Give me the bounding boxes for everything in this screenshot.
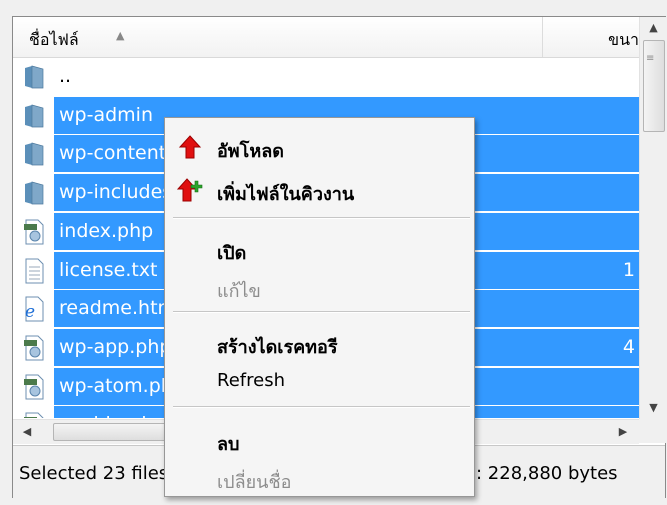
- menu-item-add-to-queue[interactable]: เพิ่มไฟล์ในคิวงาน: [165, 173, 474, 207]
- menu-item-edit-label: แก้ไข: [217, 281, 261, 302]
- php-file-icon: [23, 374, 45, 400]
- file-name: readme.html: [59, 297, 182, 320]
- column-divider[interactable]: [542, 17, 543, 57]
- scroll-right-arrow-icon[interactable]: ▶: [611, 420, 635, 444]
- scroll-left-arrow-icon[interactable]: ◀: [15, 420, 39, 444]
- file-size: 4: [622, 335, 635, 358]
- menu-item-open[interactable]: เปิด: [165, 232, 474, 266]
- file-name: ..: [59, 65, 72, 87]
- text-file-icon: [23, 258, 45, 284]
- selection-size-text: : 228,880 bytes: [476, 463, 618, 484]
- scroll-down-arrow-icon[interactable]: ▼: [640, 397, 667, 419]
- menu-separator: [173, 217, 470, 219]
- php-file-icon: [23, 335, 45, 361]
- php-file-icon: [23, 412, 45, 418]
- menu-item-create-directory-label: สร้างไดเรคทอรี: [217, 337, 338, 358]
- folder-icon: [23, 141, 45, 167]
- file-name: wp-admin: [59, 103, 153, 126]
- menu-item-edit: แก้ไข: [165, 270, 474, 304]
- file-name: license.txt: [59, 258, 158, 281]
- menu-item-delete[interactable]: ลบ: [165, 423, 474, 457]
- folder-icon: [23, 180, 45, 206]
- menu-separator: [173, 311, 470, 313]
- menu-item-rename: เปลี่ยนชื่อ: [165, 461, 474, 495]
- scroll-up-arrow-icon[interactable]: ▲: [640, 17, 667, 39]
- file-name: wp-includes: [59, 181, 173, 204]
- upload-arrow-icon: [178, 135, 202, 159]
- file-name: index.php: [59, 219, 154, 242]
- menu-item-refresh-label: Refresh: [217, 370, 285, 391]
- menu-item-upload[interactable]: อัพโหลด: [165, 130, 474, 164]
- menu-item-create-directory[interactable]: สร้างไดเรคทอรี: [165, 326, 474, 360]
- menu-item-delete-label: ลบ: [217, 434, 240, 455]
- add-to-queue-icon: [177, 178, 203, 202]
- column-header-filesize[interactable]: ขนา: [559, 28, 639, 53]
- sort-ascending-icon: ▲: [116, 29, 125, 42]
- menu-item-upload-label: อัพโหลด: [217, 141, 284, 162]
- scrollbar-corner: [639, 419, 666, 443]
- menu-item-add-to-queue-label: เพิ่มไฟล์ในคิวงาน: [217, 184, 355, 205]
- file-name: wp-content: [59, 142, 167, 165]
- menu-item-rename-label: เปลี่ยนชื่อ: [217, 472, 292, 493]
- file-row[interactable]: ..: [13, 58, 639, 95]
- html-file-icon: e: [23, 296, 45, 322]
- vertical-scrollbar[interactable]: ▲ ≡ ▼: [639, 17, 667, 419]
- folder-icon: [23, 64, 45, 90]
- file-size: 1: [622, 258, 635, 281]
- menu-item-refresh[interactable]: Refresh: [165, 364, 474, 398]
- selection-count-text: Selected 23 files: [19, 463, 169, 484]
- menu-separator: [173, 406, 470, 408]
- php-file-icon: [23, 219, 45, 245]
- menu-item-open-label: เปิด: [217, 243, 247, 264]
- svg-text:e: e: [25, 302, 35, 322]
- context-menu: อัพโหลด เพิ่มไฟล์ในคิวงาน เปิด แก้ไข สร้…: [164, 117, 475, 497]
- folder-icon: [23, 103, 45, 129]
- column-header-filename[interactable]: ชื่อไฟล์: [29, 28, 79, 53]
- file-name: wp-app.php: [59, 335, 172, 358]
- scroll-grip-icon: ≡: [646, 53, 655, 64]
- file-list-header: ชื่อไฟล์ ▲ ขนา: [13, 17, 639, 58]
